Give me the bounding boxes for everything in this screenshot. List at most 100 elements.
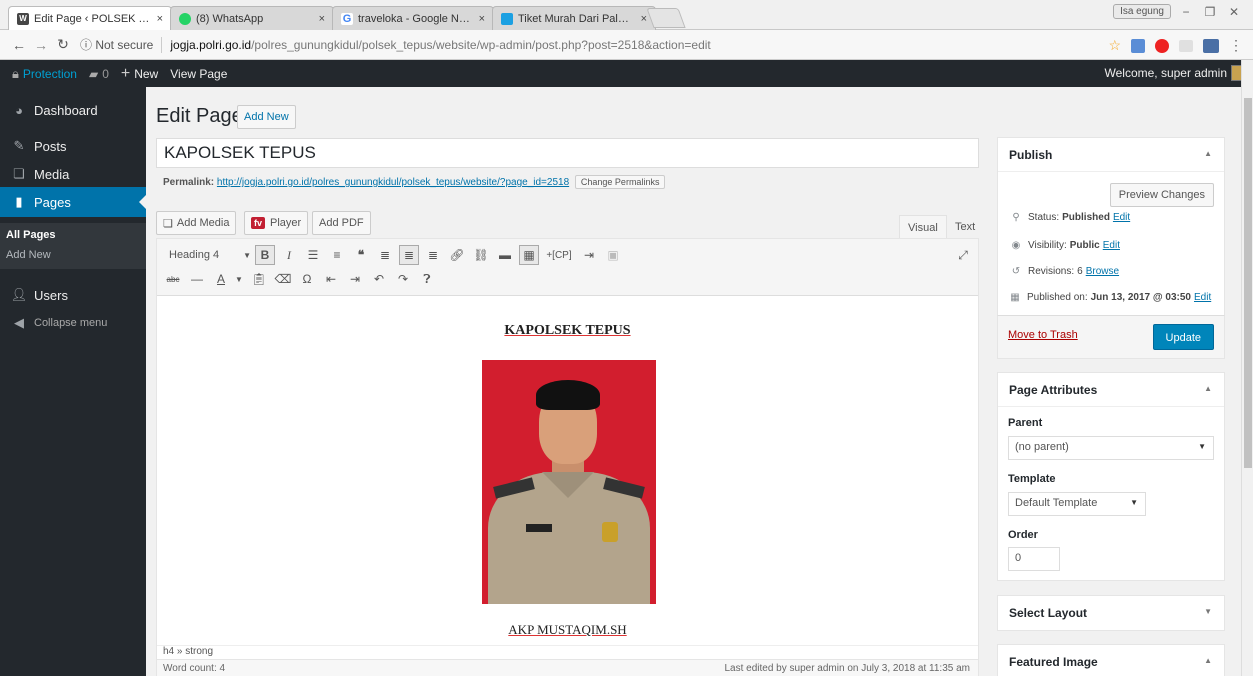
calendar-icon: ▦ — [1010, 292, 1020, 303]
chevron-down-icon[interactable]: ▼ — [229, 269, 249, 289]
add-pdf-button[interactable]: Add PDF — [312, 211, 371, 235]
post-title-input[interactable]: KAPOLSEK TEPUS — [156, 138, 979, 168]
cp-button[interactable]: +[CP] — [543, 245, 575, 265]
scrollbar-thumb[interactable] — [1244, 98, 1252, 468]
browse-revisions-link[interactable]: Browse — [1086, 266, 1119, 277]
preview-changes-button[interactable]: Preview Changes — [1109, 183, 1214, 207]
chevron-down-icon[interactable]: ▼ — [1204, 607, 1212, 616]
italic-button[interactable]: I — [279, 245, 299, 265]
read-more-icon[interactable]: ▬ — [495, 245, 515, 265]
format-select[interactable]: Heading 4 ▼ — [165, 245, 251, 265]
select-layout-box[interactable]: Select Layout ▼ — [997, 595, 1225, 631]
page-attributes-header[interactable]: Page Attributes ▲ — [998, 373, 1224, 407]
tab-text[interactable]: Text — [947, 215, 983, 239]
submenu-all-pages[interactable]: All Pages — [6, 229, 56, 241]
tab-visual[interactable]: Visual — [899, 215, 947, 239]
users-icon: 👤︎ — [10, 287, 28, 302]
close-icon[interactable]: × — [641, 13, 647, 25]
align-right-icon[interactable]: ≣ — [423, 245, 443, 265]
close-icon[interactable]: × — [157, 13, 163, 25]
update-button[interactable]: Update — [1152, 324, 1214, 350]
chevron-up-icon[interactable]: ▲ — [1204, 149, 1212, 158]
sidebar-item-posts[interactable]: ✎ Posts — [0, 131, 146, 161]
add-new-button[interactable]: Add New — [237, 105, 296, 129]
adblock-icon[interactable] — [1155, 38, 1169, 53]
unlink-icon[interactable]: ⛓︎ — [471, 245, 491, 265]
publish-box-header[interactable]: Publish ▲ — [998, 138, 1224, 172]
help-icon[interactable]: ❓︎ — [417, 269, 437, 289]
collapse-menu-button[interactable]: ◀ Collapse menu — [0, 308, 146, 338]
reload-icon[interactable]: ↻ — [52, 36, 74, 53]
edit-visibility-link[interactable]: Edit — [1103, 240, 1120, 251]
parent-select[interactable]: (no parent) ▼ — [1008, 436, 1214, 460]
close-icon[interactable]: × — [479, 13, 485, 25]
new-content-link[interactable]: + New — [121, 65, 158, 83]
submenu-add-new[interactable]: Add New — [6, 249, 51, 261]
chevron-up-icon[interactable]: ▲ — [1204, 384, 1212, 393]
template-select[interactable]: Default Template ▼ — [1008, 492, 1146, 516]
browser-tab-google[interactable]: G traveloka - Google Nggo × — [332, 6, 494, 30]
strikethrough-icon[interactable]: abc — [163, 269, 183, 289]
permalink-url[interactable]: http://jogja.polri.go.id/polres_gunungki… — [217, 177, 569, 188]
text-color-icon[interactable]: A — [211, 269, 231, 289]
menu-icon[interactable]: ⋮ — [1229, 37, 1243, 54]
sidebar-item-pages[interactable]: ▮ Pages — [0, 187, 146, 217]
status-row: ⚲ Status: Published Edit — [1008, 212, 1130, 223]
bookmark-star-icon[interactable]: ☆ — [1108, 37, 1121, 54]
order-input[interactable]: 0 — [1008, 547, 1060, 571]
toolbar-toggle-icon[interactable]: ▦ — [519, 245, 539, 265]
new-tab-button[interactable] — [646, 8, 686, 28]
bold-button[interactable]: B — [255, 245, 275, 265]
outdent-icon[interactable]: ⇤ — [321, 269, 341, 289]
sidebar-item-media[interactable]: ❏ Media — [0, 159, 146, 189]
view-page-link[interactable]: View Page — [170, 67, 227, 81]
forward-icon[interactable]: → — [30, 37, 52, 53]
browser-tab-whatsapp[interactable]: (8) WhatsApp × — [170, 6, 334, 30]
back-icon[interactable]: ← — [8, 37, 30, 53]
numbered-list-icon[interactable]: ≡ — [327, 245, 347, 265]
form-icon[interactable]: ▣ — [603, 245, 623, 265]
paste-text-icon[interactable]: 📋︎ — [249, 269, 269, 289]
minimize-icon[interactable]: − — [1177, 5, 1195, 19]
add-media-button[interactable]: ❏ Add Media — [156, 211, 237, 235]
profile-button[interactable]: Isa egung — [1113, 4, 1171, 19]
special-character-icon[interactable]: Ω — [297, 269, 317, 289]
change-permalinks-button[interactable]: Change Permalinks — [574, 175, 666, 189]
extension-icon[interactable] — [1131, 38, 1145, 53]
player-button[interactable]: fv Player — [244, 211, 309, 235]
exit-icon[interactable]: ⇥ — [579, 245, 599, 265]
edit-status-link[interactable]: Edit — [1113, 212, 1130, 223]
extension-icon[interactable] — [1203, 38, 1219, 53]
align-center-icon[interactable]: ≣ — [399, 245, 419, 265]
align-left-icon[interactable]: ≣ — [375, 245, 395, 265]
horizontal-line-icon[interactable]: — — [187, 269, 207, 289]
security-indicator[interactable]: ⓘ Not secure — [80, 36, 153, 53]
extension-icon[interactable] — [1179, 39, 1193, 52]
sidebar-item-dashboard[interactable]: ◕ Dashboard — [0, 95, 146, 125]
editor-content-area[interactable]: KAPOLSEK TEPUS AKP MUSTAQIM.SH — [157, 297, 978, 645]
sidebar-item-users[interactable]: 👤︎ Users — [0, 280, 146, 310]
restore-icon[interactable]: ❐ — [1201, 5, 1219, 19]
fullscreen-icon[interactable]: ⤢ — [953, 245, 973, 265]
move-to-trash-link[interactable]: Move to Trash — [1008, 329, 1078, 341]
content-caption: AKP MUSTAQIM.SH — [508, 622, 627, 637]
redo-icon[interactable]: ↷ — [393, 269, 413, 289]
blockquote-icon[interactable]: ❝ — [351, 245, 371, 265]
page-scrollbar[interactable] — [1241, 60, 1253, 676]
featured-image-box[interactable]: Featured Image ▲ — [997, 644, 1225, 676]
browser-tab-edit-page[interactable]: W Edit Page ‹ POLSEK TEPU × — [8, 6, 172, 30]
welcome-user[interactable]: Welcome, super admin — [1105, 66, 1228, 80]
undo-icon[interactable]: ↶ — [369, 269, 389, 289]
url-input[interactable]: ⓘ Not secure jogja.polri.go.id/polres_gu… — [80, 36, 711, 53]
clear-formatting-icon[interactable]: ⌫ — [273, 269, 293, 289]
comments-link[interactable]: ▰ 0 — [89, 67, 109, 81]
edit-date-link[interactable]: Edit — [1194, 292, 1211, 303]
bullet-list-icon[interactable]: ☰ — [303, 245, 323, 265]
indent-icon[interactable]: ⇥ — [345, 269, 365, 289]
site-name-link[interactable]: 🔒︎ Protection — [12, 66, 77, 82]
browser-tab-traveloka[interactable]: Tiket Murah Dari Palu ke × — [492, 6, 656, 30]
close-icon[interactable]: × — [319, 13, 325, 25]
link-icon[interactable]: 🔗︎ — [447, 245, 467, 265]
chevron-up-icon[interactable]: ▲ — [1204, 656, 1212, 665]
close-window-icon[interactable]: ✕ — [1225, 5, 1243, 19]
